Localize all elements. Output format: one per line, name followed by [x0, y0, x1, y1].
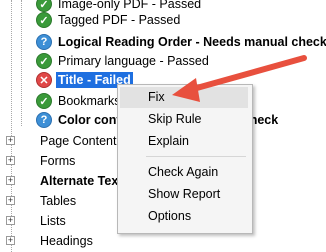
category-lists[interactable]: + Lists — [0, 211, 66, 231]
check-item-tagged-pdf[interactable]: ✓ Tagged PDF - Passed — [36, 10, 180, 30]
category-label: Alternate Text — [40, 174, 123, 188]
expand-plus-icon[interactable]: + — [6, 196, 15, 205]
menu-item-options[interactable]: Options — [120, 206, 248, 227]
category-label: Headings — [40, 234, 93, 248]
check-item-label: Tagged PDF - Passed — [58, 13, 181, 27]
category-forms[interactable]: + Forms — [0, 151, 75, 171]
passed-check-icon: ✓ — [36, 12, 52, 28]
category-label: Page Content — [40, 134, 117, 148]
menu-item-explain[interactable]: Explain — [120, 131, 248, 152]
expand-plus-icon[interactable]: + — [6, 216, 15, 225]
failed-x-icon: ✕ — [36, 72, 52, 88]
menu-item-show-report[interactable]: Show Report — [120, 184, 248, 205]
question-icon: ? — [36, 112, 52, 128]
expand-plus-icon[interactable]: + — [6, 236, 15, 245]
tree-connector-line — [21, 0, 22, 126]
passed-check-icon: ✓ — [36, 93, 52, 109]
category-label: Forms — [40, 154, 76, 168]
question-icon: ? — [36, 34, 52, 50]
expand-plus-icon[interactable]: + — [6, 176, 15, 185]
expand-plus-icon[interactable]: + — [6, 156, 15, 165]
category-alternate-text[interactable]: + Alternate Text — [0, 171, 122, 191]
category-tables[interactable]: + Tables — [0, 191, 76, 211]
check-item-logical-reading-order[interactable]: ? Logical Reading Order - Needs manual c… — [36, 32, 326, 52]
menu-separator — [146, 156, 246, 157]
menu-item-fix[interactable]: Fix — [120, 87, 248, 108]
menu-item-skip-rule[interactable]: Skip Rule — [120, 109, 248, 130]
check-item-primary-language[interactable]: ✓ Primary language - Passed — [36, 51, 209, 71]
category-label: Lists — [40, 214, 66, 228]
passed-check-icon: ✓ — [36, 53, 52, 69]
category-headings[interactable]: + Headings — [0, 231, 93, 251]
category-label: Tables — [40, 194, 77, 208]
context-menu: Fix Skip Rule Explain Check Again Show R… — [117, 84, 253, 234]
category-page-content[interactable]: + Page Content — [0, 131, 116, 151]
check-item-label: Primary language - Passed — [58, 54, 209, 68]
check-item-label: Logical Reading Order - Needs manual che… — [58, 35, 326, 49]
menu-item-check-again[interactable]: Check Again — [120, 162, 248, 183]
expand-plus-icon[interactable]: + — [6, 136, 15, 145]
